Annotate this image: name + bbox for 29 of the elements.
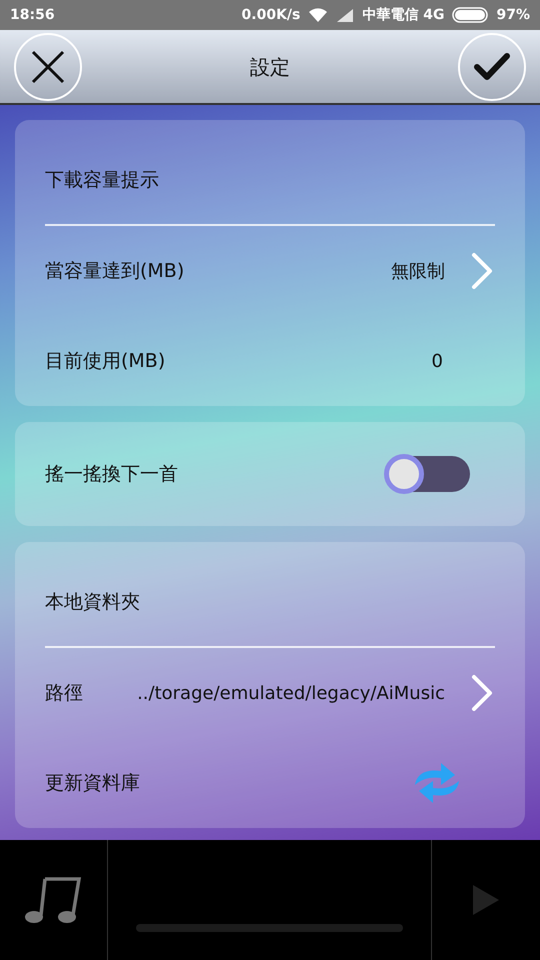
page-title: 設定 (250, 54, 290, 80)
signal-icon (336, 8, 354, 22)
setting-label: 路徑 (45, 680, 83, 706)
progress-track[interactable] (136, 924, 403, 932)
setting-row[interactable]: 當容量達到(MB) 無限制 (45, 226, 495, 316)
setting-value: ../torage/emulated/legacy/AiMusic (137, 682, 445, 706)
clock: 18:56 (10, 6, 55, 24)
section-title: 本地資料夾 (45, 590, 140, 614)
setting-value: 無限制 (391, 260, 445, 284)
network-speed: 0.00K/s (242, 6, 300, 24)
confirm-button[interactable] (458, 32, 526, 100)
section-title: 下載容量提示 (45, 168, 159, 192)
toggle-switch[interactable] (386, 456, 470, 492)
setting-label: 當容量達到(MB) (45, 258, 184, 284)
battery-percent: 97% (496, 6, 530, 24)
wifi-icon (308, 7, 328, 23)
music-note-icon (24, 875, 82, 925)
setting-label: 目前使用(MB) (45, 348, 166, 374)
carrier-name: 中華電信 4G (362, 6, 444, 24)
chevron-right-icon (469, 251, 495, 291)
setting-row[interactable]: 路徑 ../torage/emulated/legacy/AiMusic (45, 648, 495, 738)
battery-icon (452, 7, 488, 23)
close-button[interactable] (14, 32, 82, 100)
setting-label: 更新資料庫 (45, 770, 140, 796)
setting-value: 0 (432, 350, 443, 374)
close-icon (31, 50, 65, 84)
setting-label: 搖一搖換下一首 (45, 462, 178, 487)
chevron-right-icon (469, 673, 495, 713)
check-icon (473, 52, 511, 82)
